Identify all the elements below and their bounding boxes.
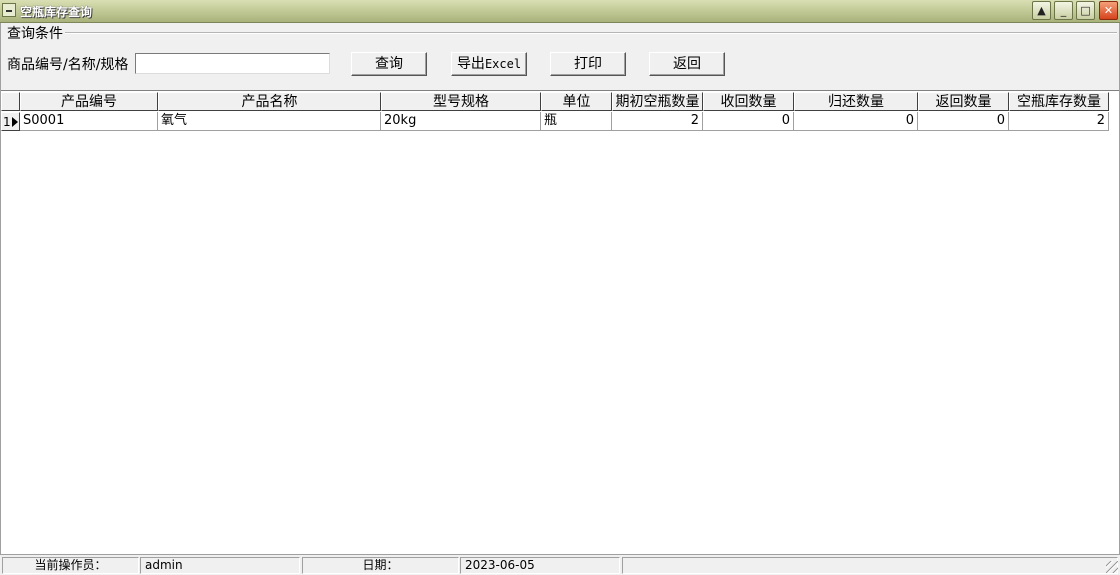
cell-code[interactable]: S0001 (20, 112, 158, 131)
column-header[interactable]: 型号规格 (381, 92, 541, 111)
column-header[interactable]: 收回数量 (703, 92, 794, 111)
row-indicator[interactable]: 1 (1, 112, 20, 131)
cell-recovered[interactable]: 0 (703, 112, 794, 131)
cell-sent-back[interactable]: 0 (918, 112, 1009, 131)
close-icon: ✕ (1103, 4, 1114, 17)
column-header[interactable]: 期初空瓶数量 (612, 92, 703, 111)
query-button[interactable]: 查询 (351, 52, 427, 76)
column-header[interactable]: 返回数量 (918, 92, 1009, 111)
cell-name[interactable]: 氧气 (158, 112, 381, 131)
group-divider (63, 32, 1117, 34)
date-value: 2023-06-05 (460, 557, 620, 574)
column-header[interactable]: 空瓶库存数量 (1009, 92, 1109, 111)
cell-spec[interactable]: 20kg (381, 112, 541, 131)
date-label: 日期： (302, 557, 459, 574)
minimize-button[interactable]: _ (1054, 1, 1073, 20)
back-button[interactable]: 返回 (649, 52, 725, 76)
minimize-icon: _ (1060, 4, 1067, 17)
column-header[interactable]: 产品名称 (158, 92, 381, 111)
column-header[interactable]: 产品编号 (20, 92, 158, 111)
up-arrow-icon: ▲ (1037, 4, 1046, 17)
status-bar: 当前操作员： admin 日期： 2023-06-05 (0, 554, 1120, 575)
export-label-suffix: Excel (484, 57, 522, 71)
maximize-button[interactable]: □ (1076, 1, 1095, 20)
cell-unit[interactable]: 瓶 (541, 112, 612, 131)
column-header[interactable]: 归还数量 (794, 92, 918, 111)
cell-returned[interactable]: 0 (794, 112, 918, 131)
operator-label: 当前操作员： (2, 557, 139, 574)
data-grid[interactable]: 产品编号 产品名称 型号规格 单位 期初空瓶数量 收回数量 归还数量 返回数量 … (1, 90, 1119, 557)
main-content: 查询条件 商品编号/名称/规格 查询 导出Excel 打印 返回 产品编号 产品… (0, 23, 1120, 572)
resize-grip-icon[interactable] (1106, 561, 1118, 573)
row-number: 1 (3, 115, 11, 129)
export-excel-button[interactable]: 导出Excel (451, 52, 527, 76)
header-corner (1, 92, 20, 111)
maximize-icon: □ (1080, 4, 1091, 17)
operator-value: admin (140, 557, 300, 574)
cell-opening[interactable]: 2 (612, 112, 703, 131)
current-row-arrow-icon (12, 117, 18, 127)
title-bar: 空瓶库存查询 ▲ _ □ ✕ (0, 0, 1120, 23)
status-empty-panel (622, 557, 1118, 574)
cell-stock[interactable]: 2 (1009, 112, 1109, 131)
close-button[interactable]: ✕ (1099, 1, 1118, 20)
query-group-title: 查询条件 (7, 23, 65, 43)
column-header[interactable]: 单位 (541, 92, 612, 111)
window-title: 空瓶库存查询 (20, 5, 93, 19)
system-menu-icon[interactable] (2, 3, 16, 17)
print-button[interactable]: 打印 (550, 52, 626, 76)
help-button[interactable]: ▲ (1032, 1, 1051, 20)
export-label-prefix: 导出 (456, 56, 485, 72)
search-label: 商品编号/名称/规格 (7, 57, 129, 73)
search-input[interactable] (135, 53, 330, 74)
